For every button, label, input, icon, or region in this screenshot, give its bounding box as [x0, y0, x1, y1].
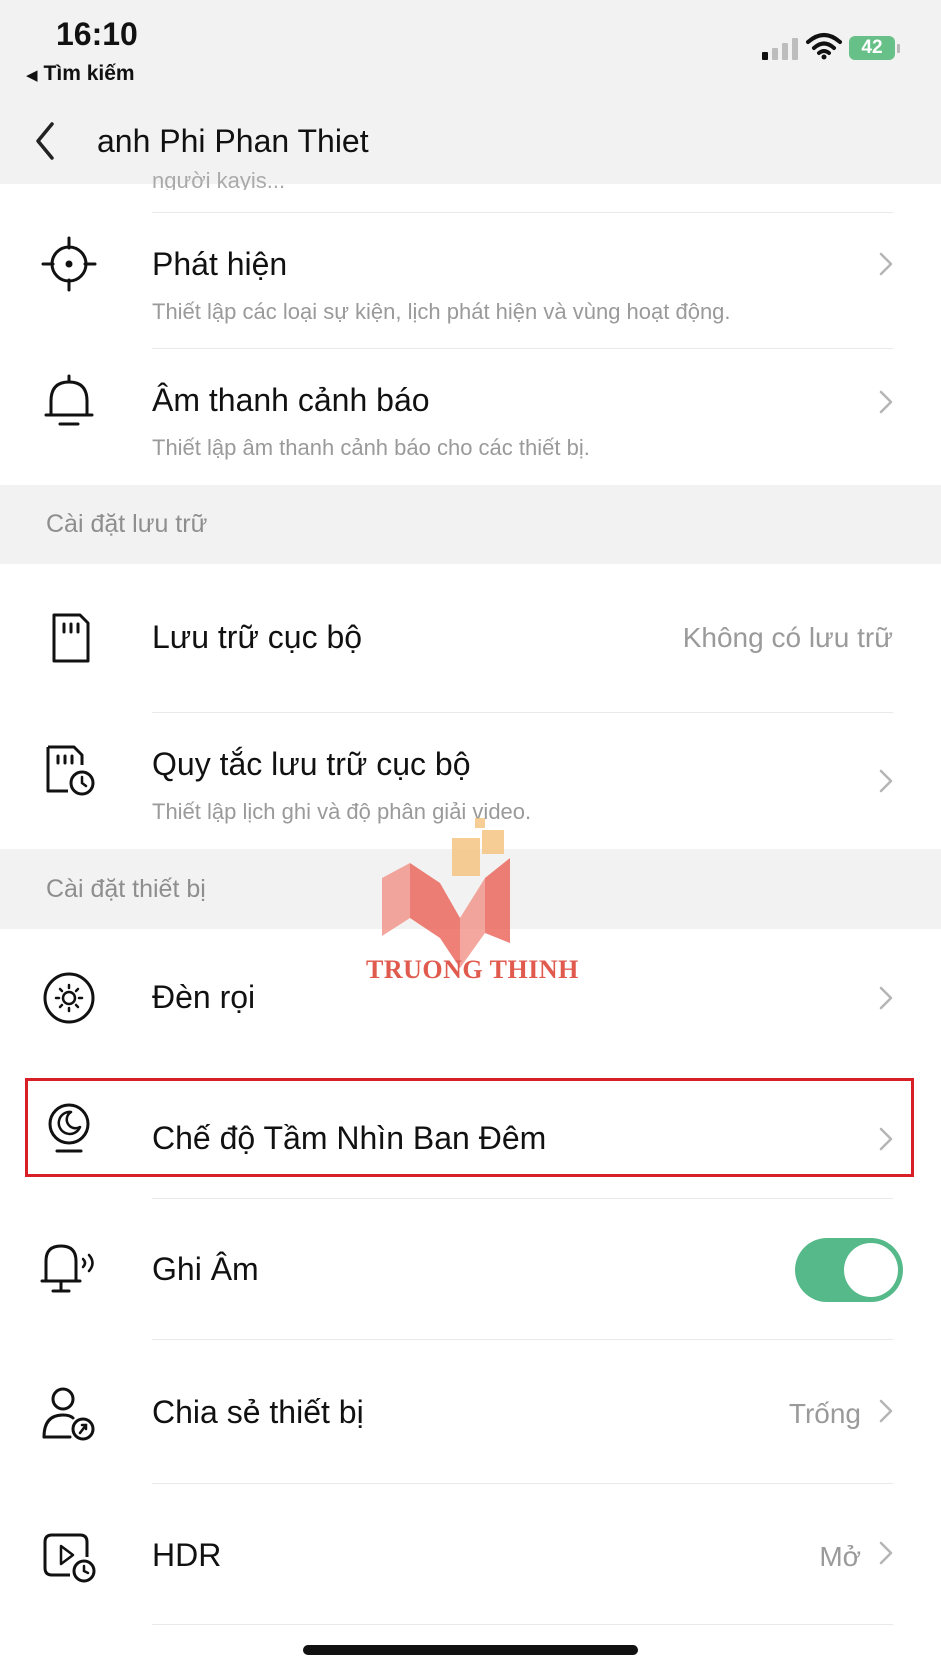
- crosshair-icon: [40, 235, 98, 293]
- chevron-right-icon: [879, 1541, 893, 1565]
- local-storage-value: Không có lưu trữ: [682, 622, 893, 653]
- audio-recording-title: Ghi Âm: [152, 1251, 259, 1287]
- truncated-subtitle: người kayis...: [152, 168, 286, 190]
- user-share-icon: [40, 1385, 98, 1443]
- detection-row[interactable]: Phát hiện Thiết lập các loại sự kiện, lị…: [0, 213, 941, 348]
- chevron-right-icon: [879, 390, 893, 414]
- local-storage-row[interactable]: Lưu trữ cục bộ Không có lưu trữ: [0, 564, 941, 712]
- detection-title: Phát hiện: [152, 246, 288, 282]
- section-storage-label: Cài đặt lưu trữ: [46, 510, 208, 538]
- watermark-text: TRUONG THINH: [366, 955, 579, 984]
- device-sharing-row[interactable]: Chia sẻ thiết bị Trống: [0, 1340, 941, 1483]
- video-play-icon: [40, 1527, 98, 1585]
- back-chevron-icon[interactable]: [28, 116, 68, 166]
- chevron-right-icon: [879, 769, 893, 793]
- hdr-title: HDR: [152, 1537, 222, 1573]
- chevron-right-icon: [879, 252, 893, 276]
- page-title: anh Phi Phan Thiet: [97, 123, 369, 159]
- wifi-icon: [806, 33, 842, 60]
- section-header-storage: Cài đặt lưu trữ: [0, 485, 941, 564]
- back-to-app-label: Tìm kiếm: [43, 62, 135, 85]
- chevron-right-icon: [879, 1399, 893, 1423]
- cellular-signal-icon: [762, 38, 798, 60]
- highlight-box: [25, 1078, 914, 1177]
- sun-icon: [40, 969, 98, 1027]
- home-indicator[interactable]: [303, 1645, 638, 1655]
- detection-subtitle: Thiết lập các loại sự kiện, lịch phát hi…: [152, 299, 731, 324]
- status-bar: 16:10 ◀ Tìm kiếm 42: [0, 0, 941, 100]
- hdr-row[interactable]: HDR Mở: [0, 1484, 941, 1624]
- bell-icon: [40, 373, 98, 431]
- alert-sound-subtitle: Thiết lập âm thanh cảnh báo cho các thiế…: [152, 435, 590, 460]
- hdr-value: Mở: [819, 1541, 861, 1572]
- sd-card-icon: [40, 609, 98, 667]
- back-triangle-icon: ◀: [26, 67, 38, 84]
- sd-card-clock-icon: [40, 741, 98, 799]
- battery-level: 42: [849, 36, 895, 60]
- battery-tip: [897, 44, 900, 53]
- device-sharing-title: Chia sẻ thiết bị: [152, 1394, 364, 1430]
- navigation-bar: anh Phi Phan Thiet: [0, 100, 941, 184]
- toggle-knob: [844, 1243, 898, 1297]
- device-sharing-value: Trống: [788, 1398, 861, 1429]
- section-device-label: Cài đặt thiết bị: [46, 875, 206, 903]
- spotlight-title: Đèn rọi: [152, 979, 256, 1015]
- chevron-right-icon: [879, 986, 893, 1010]
- status-time: 16:10: [56, 16, 138, 52]
- audio-recording-toggle[interactable]: [795, 1238, 903, 1302]
- alert-sound-row[interactable]: Âm thanh cảnh báo Thiết lập âm thanh cản…: [0, 349, 941, 485]
- battery-indicator: 42: [849, 36, 903, 62]
- alert-sound-title: Âm thanh cảnh báo: [152, 382, 430, 418]
- local-storage-title: Lưu trữ cục bộ: [152, 619, 363, 655]
- back-to-app-link[interactable]: ◀ Tìm kiếm: [26, 62, 135, 86]
- microphone-sound-icon: [40, 1241, 98, 1299]
- row-divider: [152, 1624, 893, 1625]
- storage-rules-title: Quy tắc lưu trữ cục bộ: [152, 746, 471, 782]
